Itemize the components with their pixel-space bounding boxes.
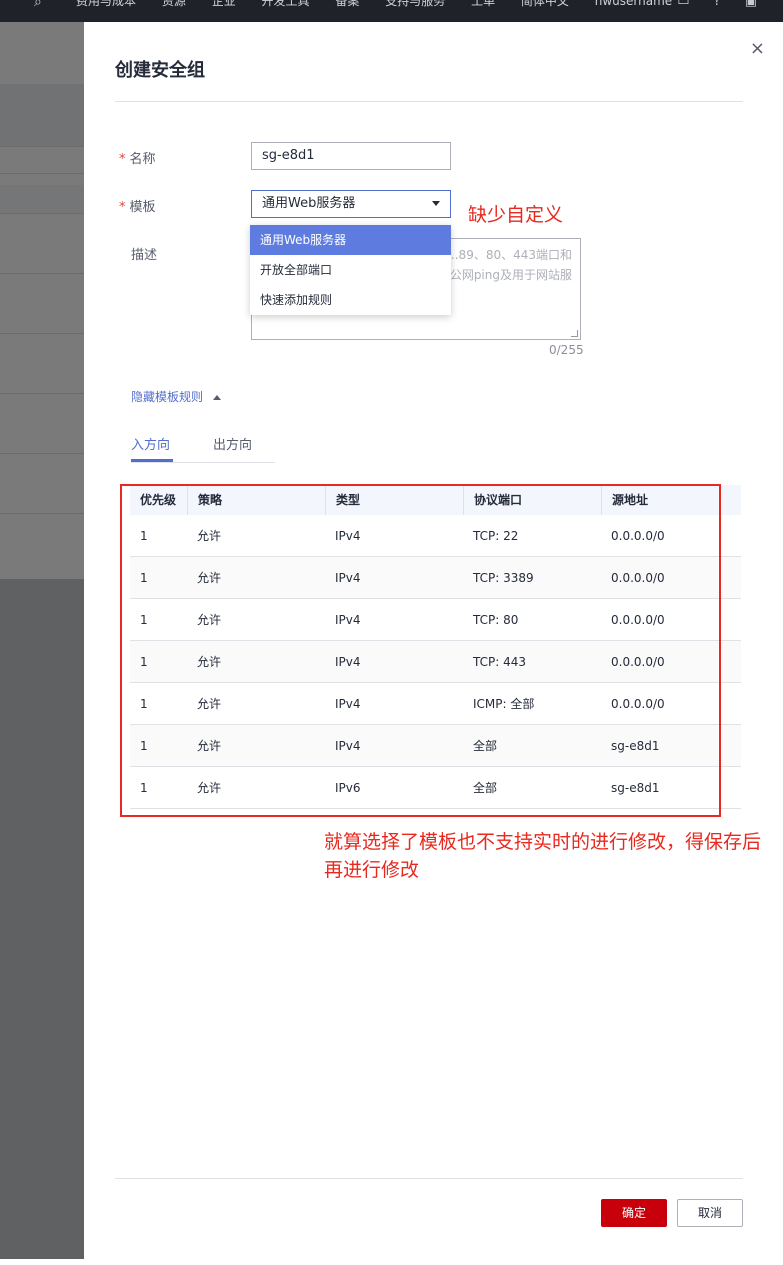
cell-priority: 1 (140, 739, 148, 753)
col-header-protocol-port: 协议端口 (463, 485, 601, 515)
top-nav-items: 费用与成本 资源 企业 开发工具 备案 支持与服务 工单 简体中文 hwuser… (76, 0, 694, 9)
col-header-type: 类型 (325, 485, 463, 515)
table-header: 优先级 策略 类型 协议端口 源地址 (130, 485, 741, 515)
message-icon[interactable]: ▭ (677, 0, 689, 9)
dropdown-option-open-all-ports[interactable]: 开放全部端口 (250, 255, 451, 285)
col-header-priority: 优先级 (140, 493, 177, 507)
cell-type: IPv6 (335, 781, 361, 795)
nav-item[interactable]: 开发工具 (262, 0, 310, 8)
cell-source: 0.0.0.0/0 (611, 655, 665, 669)
create-security-group-drawer: × 创建安全组 * 名称 sg-e8d1 * 模板 通用Web服务器 描述 ...8… (84, 22, 783, 1259)
caret-up-icon (213, 395, 222, 400)
table-row: 1 允许 IPv4 ICMP: 全部 0.0.0.0/0 (130, 683, 741, 725)
nav-item[interactable]: 备案 (335, 0, 359, 8)
cell-policy: 允许 (197, 655, 222, 669)
nav-item[interactable]: 支持与服务 (385, 0, 445, 8)
cell-priority: 1 (140, 613, 148, 627)
cell-policy: 允许 (197, 739, 222, 753)
table-row: 1 允许 IPv4 TCP: 3389 0.0.0.0/0 (130, 557, 741, 599)
cell-source: 0.0.0.0/0 (611, 697, 665, 711)
cell-priority: 1 (140, 529, 148, 543)
name-label: * 名称 (119, 148, 156, 167)
cell-protocol-port: TCP: 80 (473, 613, 519, 627)
tab-inbound[interactable]: 入方向 (131, 434, 170, 461)
footer-divider (115, 1178, 743, 1179)
resize-handle-icon[interactable] (571, 330, 578, 337)
cell-type: IPv4 (335, 697, 361, 711)
cell-priority: 1 (140, 697, 148, 711)
tab-outbound[interactable]: 出方向 (213, 434, 252, 461)
cancel-button[interactable]: 取消 (677, 1199, 743, 1227)
name-input[interactable]: sg-e8d1 (251, 142, 451, 170)
table-row: 1 允许 IPv4 TCP: 443 0.0.0.0/0 (130, 641, 741, 683)
cell-type: IPv4 (335, 739, 361, 753)
drawer-title: 创建安全组 (115, 60, 205, 81)
active-tab-underline (131, 459, 173, 462)
confirm-button[interactable]: 确定 (601, 1199, 667, 1227)
table-row: 1 允许 IPv6 全部 sg-e8d1 (130, 767, 741, 809)
cell-policy: 允许 (197, 697, 222, 711)
cell-protocol-port: ICMP: 全部 (473, 697, 535, 711)
top-nav-bar: ⌕ 费用与成本 资源 企业 开发工具 备案 支持与服务 工单 简体中文 hwus… (0, 0, 783, 22)
cell-protocol-port: TCP: 3389 (473, 571, 534, 585)
description-counter: 0/255 (549, 343, 584, 357)
cell-protocol-port: 全部 (473, 781, 498, 795)
cell-policy: 允许 (197, 613, 222, 627)
table-row: 1 允许 IPv4 全部 sg-e8d1 (130, 725, 741, 767)
nav-item[interactable]: 企业 (212, 0, 236, 8)
header-divider (115, 101, 743, 102)
col-header-source: 源地址 (601, 485, 741, 515)
cell-policy: 允许 (197, 529, 222, 543)
cell-type: IPv4 (335, 571, 361, 585)
dropdown-option-quick-add-rule[interactable]: 快速添加规则 (250, 285, 451, 315)
required-mark: * (119, 200, 126, 215)
toggle-label: 隐藏模板规则 (131, 390, 204, 404)
help-icon[interactable]: ? (714, 0, 721, 9)
dropdown-option-web-server[interactable]: 通用Web服务器 (250, 225, 451, 255)
table-row: 1 允许 IPv4 TCP: 80 0.0.0.0/0 (130, 599, 741, 641)
nav-item[interactable]: 资源 (162, 0, 186, 8)
cell-protocol-port: TCP: 443 (473, 655, 527, 669)
col-header-policy: 策略 (187, 485, 325, 515)
bottom-strip (0, 1259, 783, 1265)
modal-overlay[interactable] (0, 22, 84, 1259)
cell-type: IPv4 (335, 655, 361, 669)
cell-protocol-port: TCP: 22 (473, 529, 519, 543)
template-label: * 模板 (119, 196, 156, 215)
nav-item[interactable]: 简体中文 (521, 0, 569, 8)
template-label-text: 模板 (129, 200, 156, 215)
cell-protocol-port: 全部 (473, 739, 498, 753)
cell-priority: 1 (140, 571, 148, 585)
hide-template-rules-toggle[interactable]: 隐藏模板规则 (131, 388, 222, 405)
direction-tabs: 入方向 出方向 (131, 434, 275, 463)
cell-policy: 允许 (197, 571, 222, 585)
cell-source: sg-e8d1 (611, 781, 660, 795)
annotation-note: 就算选择了模板也不支持实时的进行修改，得保存后再进行修改 (324, 831, 762, 881)
cell-source: 0.0.0.0/0 (611, 571, 665, 585)
search-icon[interactable]: ⌕ (34, 0, 42, 10)
cell-source: 0.0.0.0/0 (611, 529, 665, 543)
cell-type: IPv4 (335, 613, 361, 627)
description-label: 描述 (131, 248, 158, 263)
nav-item[interactable]: 费用与成本 (76, 0, 136, 8)
caret-down-icon (432, 201, 440, 206)
template-select-value: 通用Web服务器 (262, 196, 356, 211)
cell-type: IPv4 (335, 529, 361, 543)
close-icon[interactable]: × (750, 38, 765, 59)
table-row: 1 允许 IPv4 TCP: 22 0.0.0.0/0 (130, 515, 741, 557)
cell-source: 0.0.0.0/0 (611, 613, 665, 627)
cell-priority: 1 (140, 655, 148, 669)
user-icon[interactable]: ▣ (745, 0, 757, 9)
cell-source: sg-e8d1 (611, 739, 660, 753)
cell-priority: 1 (140, 781, 148, 795)
cell-policy: 允许 (197, 781, 222, 795)
name-label-text: 名称 (129, 152, 156, 167)
required-mark: * (119, 152, 126, 167)
nav-item[interactable]: 工单 (471, 0, 495, 8)
template-select[interactable]: 通用Web服务器 (251, 190, 451, 218)
annotation-missing-custom: 缺少自定义 (468, 204, 564, 226)
template-dropdown: 通用Web服务器 开放全部端口 快速添加规则 (250, 225, 451, 315)
